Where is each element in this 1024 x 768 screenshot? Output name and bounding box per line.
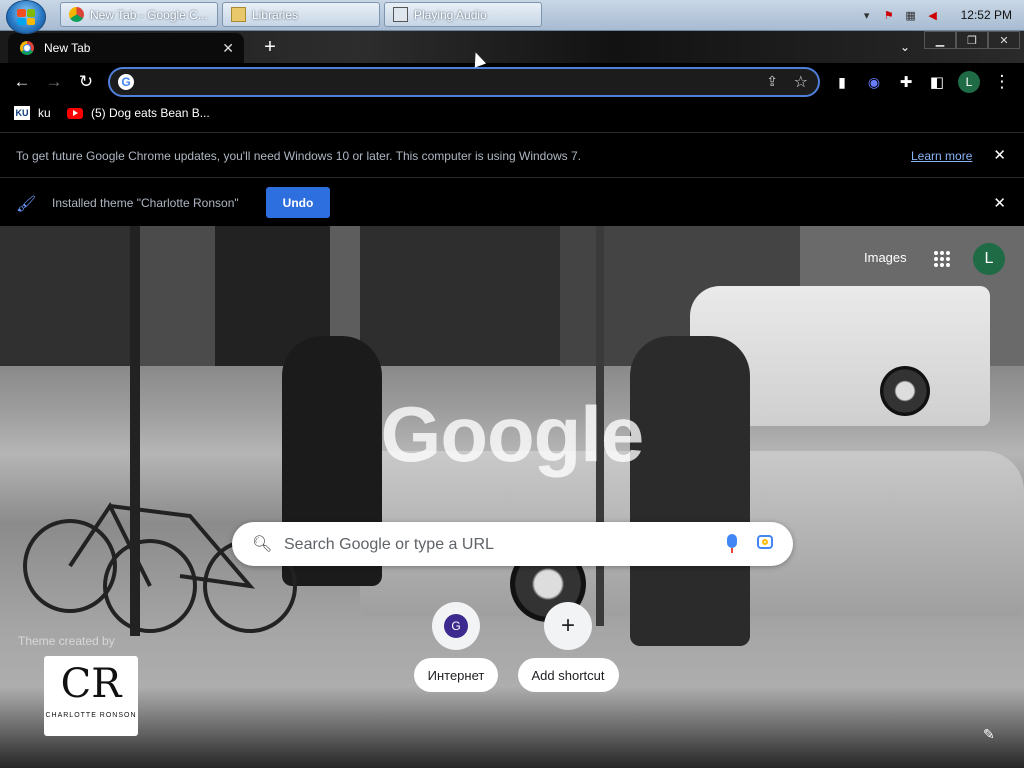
chevron-up-icon[interactable]: ▾ bbox=[859, 7, 875, 23]
images-link[interactable]: Images bbox=[864, 250, 907, 265]
start-button[interactable] bbox=[6, 0, 46, 34]
vpn-shield-icon[interactable]: ◉ bbox=[864, 72, 884, 92]
windows-flag-icon bbox=[17, 9, 35, 25]
clock[interactable]: 12:52 PM bbox=[961, 8, 1012, 22]
theme-brand-name: CHARLOTTE RONSON bbox=[45, 712, 137, 719]
learn-more-link[interactable]: Learn more bbox=[911, 149, 972, 163]
youtube-icon bbox=[67, 107, 83, 119]
camera-lens-icon[interactable] bbox=[757, 535, 773, 549]
browser-toolbar: ← → ↻ G ⇪ ☆ ▮ ◉ ✚ ◧ L ⋮ bbox=[0, 63, 1024, 101]
bookmarks-bar: KU ku (5) Dog eats Bean B... bbox=[0, 101, 1024, 129]
window-controls: ▁ ❐ ✕ bbox=[924, 31, 1020, 49]
pencil-icon[interactable]: ✎ bbox=[983, 726, 1001, 744]
system-tray: ▾ ⚑ ▦ ◀ 12:52 PM bbox=[859, 0, 1024, 30]
bookmark-ku[interactable]: KU ku bbox=[14, 106, 51, 120]
profile-avatar[interactable]: L bbox=[958, 71, 980, 93]
bookmark-label: ku bbox=[38, 106, 51, 120]
tab-strip: New Tab ✕ + ⌄ bbox=[0, 31, 1024, 63]
close-icon[interactable]: ✕ bbox=[222, 40, 234, 57]
charlotte-ronson-logo[interactable]: CR CHARLOTTE RONSON bbox=[44, 656, 138, 736]
star-icon[interactable]: ☆ bbox=[794, 72, 808, 92]
folder-icon bbox=[231, 7, 246, 22]
address-input[interactable] bbox=[142, 71, 746, 95]
taskbar-button-label: New Tab - Google C... bbox=[90, 7, 208, 22]
ntp-search-box[interactable]: 🔍︎ bbox=[232, 522, 793, 566]
apps-grid-icon[interactable] bbox=[934, 251, 950, 267]
close-icon[interactable]: ✕ bbox=[993, 146, 1006, 164]
undo-button[interactable]: Undo bbox=[266, 187, 330, 218]
microphone-icon[interactable] bbox=[727, 534, 737, 553]
bookmark-label: (5) Dog eats Bean B... bbox=[91, 106, 210, 120]
shortcut-label: Add shortcut bbox=[517, 658, 619, 692]
window-icon bbox=[393, 7, 408, 22]
new-tab-page: Images L Google 🔍︎ G Интернет + Add shor… bbox=[0, 226, 1024, 768]
share-icon[interactable]: ⇪ bbox=[766, 73, 778, 90]
windows-taskbar: New Tab - Google C... Libraries Playing … bbox=[0, 0, 1024, 34]
profile-avatar[interactable]: L bbox=[973, 243, 1005, 275]
taskbar-button-playing-audio[interactable]: Playing Audio bbox=[384, 2, 542, 27]
theme-infobar: 🖌 Installed theme "Charlotte Ronson" Und… bbox=[0, 177, 1024, 226]
chrome-icon bbox=[20, 41, 34, 55]
flag-alert-icon[interactable]: ⚑ bbox=[881, 7, 897, 23]
network-icon[interactable]: ▦ bbox=[903, 7, 919, 23]
shortcut-label: Интернет bbox=[413, 658, 499, 692]
menu-kebab-icon[interactable]: ⋮ bbox=[992, 72, 1012, 92]
shortcut-icon-tile: G bbox=[432, 602, 480, 650]
plus-icon: + bbox=[544, 602, 592, 650]
back-icon[interactable]: ← bbox=[12, 72, 32, 92]
add-shortcut-button[interactable]: + Add shortcut bbox=[516, 602, 620, 692]
google-logo: Google bbox=[380, 390, 645, 478]
address-bar[interactable]: G ⇪ ☆ bbox=[108, 67, 820, 97]
theme-message: Installed theme "Charlotte Ronson" bbox=[52, 196, 239, 210]
theme-credit: Theme created by bbox=[18, 634, 115, 648]
extensions-icon[interactable]: ✚ bbox=[896, 72, 916, 92]
tab-new-tab[interactable]: New Tab ✕ bbox=[8, 33, 244, 63]
shortcut-internet[interactable]: G Интернет bbox=[404, 602, 508, 692]
update-message: To get future Google Chrome updates, you… bbox=[16, 149, 582, 163]
close-icon[interactable]: ✕ bbox=[993, 194, 1006, 212]
close-window-icon[interactable]: ✕ bbox=[988, 31, 1020, 49]
taskbar-button-label: Playing Audio bbox=[414, 7, 487, 22]
taskbar-button-label: Libraries bbox=[252, 7, 299, 22]
paint-brush-icon: 🖌 bbox=[16, 196, 37, 213]
search-input[interactable] bbox=[282, 532, 706, 558]
chrome-icon bbox=[69, 7, 84, 22]
forward-icon[interactable]: → bbox=[44, 72, 64, 92]
volume-muted-icon[interactable]: ◀ bbox=[925, 7, 941, 23]
google-icon: G bbox=[118, 74, 134, 90]
chevron-down-icon[interactable]: ⌄ bbox=[894, 36, 916, 58]
taskbar-button-libraries[interactable]: Libraries bbox=[222, 2, 380, 27]
minimize-icon[interactable]: ▁ bbox=[924, 31, 956, 49]
clipboard-icon[interactable]: ▮ bbox=[832, 72, 852, 92]
reload-icon[interactable]: ↻ bbox=[76, 72, 96, 92]
new-tab-button[interactable]: + bbox=[258, 35, 282, 59]
search-icon: 🔍︎ bbox=[252, 536, 273, 553]
update-infobar: To get future Google Chrome updates, you… bbox=[0, 132, 1024, 177]
cr-monogram: CR bbox=[60, 661, 122, 707]
side-panel-icon[interactable]: ◧ bbox=[927, 72, 947, 92]
bookmark-youtube[interactable]: (5) Dog eats Bean B... bbox=[67, 106, 210, 120]
restore-icon[interactable]: ❐ bbox=[956, 31, 988, 49]
tab-title: New Tab bbox=[44, 41, 91, 55]
theme-background-person bbox=[630, 336, 750, 646]
g-favicon-icon: G bbox=[444, 614, 468, 638]
ku-icon: KU bbox=[14, 106, 30, 120]
taskbar-button-chrome[interactable]: New Tab - Google C... bbox=[60, 2, 218, 27]
